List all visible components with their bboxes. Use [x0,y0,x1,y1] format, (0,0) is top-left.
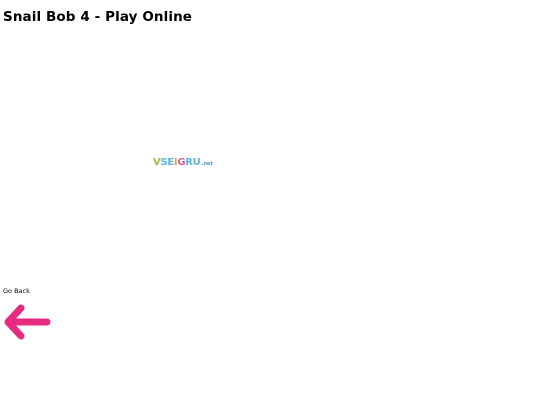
logo-main-text: VSEIGRU [153,157,201,168]
arrow-left-icon[interactable] [3,303,51,341]
game-frame[interactable]: VSEIGRU.net [0,34,540,284]
logo-tld-text: .net [201,161,213,167]
go-back-link[interactable]: Go Back [3,287,30,295]
page-title: Snail Bob 4 - Play Online [3,9,193,25]
logo-letter-group: SE [160,157,174,168]
logo-letter-group: RU [185,157,201,168]
page: Snail Bob 4 - Play Online VSEIGRU.net Go… [0,0,540,405]
game-logo: VSEIGRU.net [153,152,213,168]
